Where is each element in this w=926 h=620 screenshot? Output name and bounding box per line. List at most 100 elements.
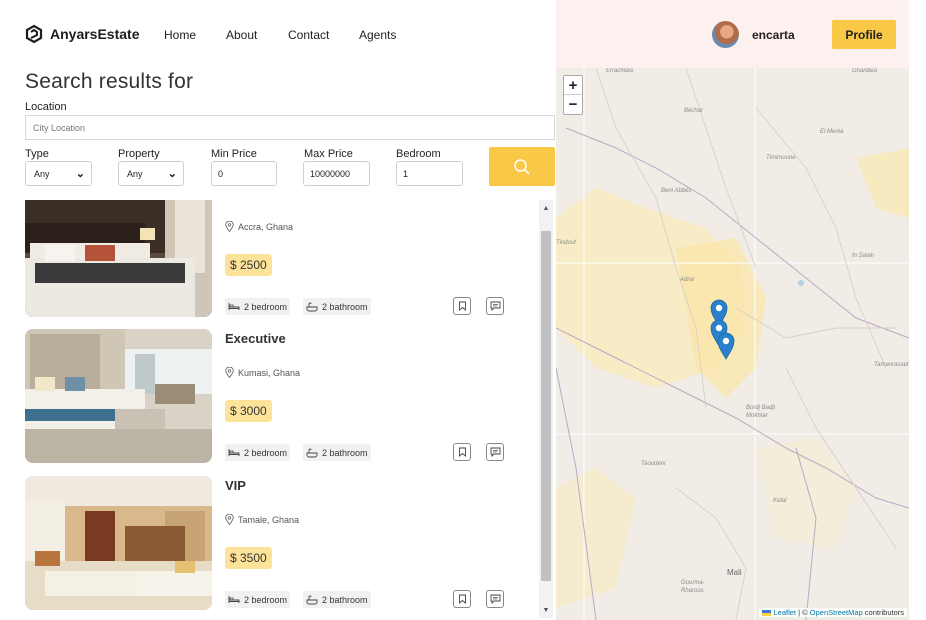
property-label: Property: [118, 148, 160, 160]
listing-photo: [25, 476, 212, 610]
nav-about-link[interactable]: About: [226, 28, 288, 42]
listing-card[interactable]: Accra, Ghana $ 2500 2 bedroom 2 bathroom: [25, 200, 525, 319]
chevron-down-icon: ⌄: [75, 168, 85, 180]
main-nav: Home About Contact Agents: [164, 28, 396, 42]
map-place-label: Tindouf: [556, 240, 576, 246]
type-select[interactable]: Any ⌄: [25, 161, 92, 186]
listing-price: $ 3500: [225, 547, 272, 569]
bookmark-button[interactable]: [453, 443, 471, 461]
zoom-out-button[interactable]: −: [564, 95, 582, 114]
bathroom-count: 2 bathroom: [303, 298, 371, 315]
map-attribution: Leaflet | © OpenStreetMap contributors: [759, 608, 907, 617]
bathtub-icon: [306, 595, 318, 604]
bedroom-count: 2 bedroom: [225, 444, 291, 461]
listing-location: Kumasi, Ghana: [225, 367, 300, 378]
bed-icon: [228, 303, 240, 310]
map-place-label: Errachidia: [606, 68, 634, 74]
nav-agents-link[interactable]: Agents: [359, 28, 396, 42]
attribution-tail: contributors: [862, 608, 904, 617]
top-navbar: AnyarsEstate Home About Contact Agents: [0, 0, 556, 68]
nav-contact-link[interactable]: Contact: [288, 28, 359, 42]
profile-button[interactable]: Profile: [832, 20, 896, 49]
map-place-label: Beni Abbès: [661, 188, 692, 194]
zoom-in-button[interactable]: +: [564, 76, 582, 95]
bed-icon: [228, 596, 240, 603]
bedroom-count: 2 bedroom: [225, 298, 291, 315]
bedroom-input[interactable]: [396, 161, 463, 186]
map-place-label: Kidal: [773, 498, 787, 504]
listing-location: Tamale, Ghana: [225, 514, 299, 525]
results-map[interactable]: + − Errachidia Béchar Beni Abbès Timimou…: [556, 68, 909, 620]
property-select-value: Any: [127, 168, 143, 179]
location-pin-icon: [225, 221, 234, 232]
bookmark-icon: [458, 447, 466, 457]
map-place-label: Gourma-Rharous: [681, 580, 705, 594]
ukraine-flag-icon: [762, 610, 772, 617]
user-name: encarta: [752, 28, 795, 42]
listing-location-text: Tamale, Ghana: [238, 514, 300, 525]
search-button[interactable]: [489, 147, 555, 186]
bedroom-label: Bedroom: [396, 148, 441, 160]
listing-price: $ 3000: [225, 400, 272, 422]
osm-link[interactable]: OpenStreetMap: [810, 608, 863, 617]
listing-card[interactable]: VIP Tamale, Ghana $ 3500 2 bedroom 2 bat…: [25, 476, 525, 612]
listing-location: Accra, Ghana: [225, 221, 293, 232]
map-marker-icon[interactable]: [717, 332, 735, 360]
max-price-label: Max Price: [304, 148, 353, 160]
bedroom-count: 2 bedroom: [225, 591, 291, 608]
listing-title: VIP: [225, 478, 246, 493]
logo-icon: [25, 24, 43, 44]
location-pin-icon: [225, 367, 234, 378]
bathroom-count-text: 2 bathroom: [322, 301, 368, 312]
location-label: Location: [25, 101, 67, 113]
map-place-label: Béchar: [684, 108, 704, 114]
message-button[interactable]: [486, 297, 504, 315]
map-place-label: Adrar: [680, 277, 695, 283]
scroll-up-arrow-icon[interactable]: ▲: [539, 200, 553, 216]
location-pin-icon: [225, 514, 234, 525]
bookmark-button[interactable]: [453, 297, 471, 315]
avatar[interactable]: [712, 21, 739, 48]
listing-title: Executive: [225, 331, 286, 346]
bathroom-count: 2 bathroom: [303, 591, 371, 608]
min-price-input[interactable]: [211, 161, 277, 186]
brand-logo[interactable]: AnyarsEstate: [24, 24, 140, 44]
scroll-thumb[interactable]: [541, 231, 551, 581]
bedroom-count-text: 2 bedroom: [244, 594, 288, 605]
listing-location-text: Accra, Ghana: [238, 221, 294, 232]
nav-home-link[interactable]: Home: [164, 28, 226, 42]
map-place-label: Mali: [727, 568, 742, 577]
map-place-label: Tamanrasset: [874, 362, 909, 368]
map-place-label: Ghardaïa: [852, 68, 878, 74]
bathtub-icon: [306, 302, 318, 311]
page-title: Search results for: [25, 70, 194, 93]
message-button[interactable]: [486, 590, 504, 608]
bookmark-icon: [458, 594, 466, 604]
bathroom-count-text: 2 bathroom: [322, 594, 368, 605]
listing-photo: [25, 200, 212, 317]
bathroom-count: 2 bathroom: [303, 444, 371, 461]
attribution-sep: | ©: [796, 608, 810, 617]
bedroom-count-text: 2 bedroom: [244, 301, 288, 312]
map-zoom-control: + −: [563, 75, 583, 115]
bookmark-button[interactable]: [453, 590, 471, 608]
type-label: Type: [25, 148, 49, 160]
message-button[interactable]: [486, 443, 504, 461]
results-scrollbar[interactable]: ▲ ▼: [539, 200, 553, 618]
location-input[interactable]: [25, 115, 555, 140]
property-select[interactable]: Any ⌄: [118, 161, 184, 186]
leaflet-link[interactable]: Leaflet: [774, 608, 797, 617]
listing-card[interactable]: Executive Kumasi, Ghana $ 3000 2 bedroom…: [25, 329, 525, 465]
min-price-label: Min Price: [211, 148, 257, 160]
map-place-label: Bordj Badji Mokhtar: [746, 405, 776, 419]
map-place-label: Taoudeni: [641, 461, 666, 467]
scroll-down-arrow-icon[interactable]: ▼: [539, 602, 553, 618]
max-price-input[interactable]: [303, 161, 370, 186]
bedroom-count-text: 2 bedroom: [244, 447, 288, 458]
listing-photo: [25, 329, 212, 463]
chevron-down-icon: ⌄: [167, 168, 177, 180]
chat-icon: [490, 301, 500, 311]
map-place-label: El Menia: [820, 129, 844, 135]
type-select-value: Any: [34, 168, 50, 179]
chat-icon: [490, 594, 500, 604]
